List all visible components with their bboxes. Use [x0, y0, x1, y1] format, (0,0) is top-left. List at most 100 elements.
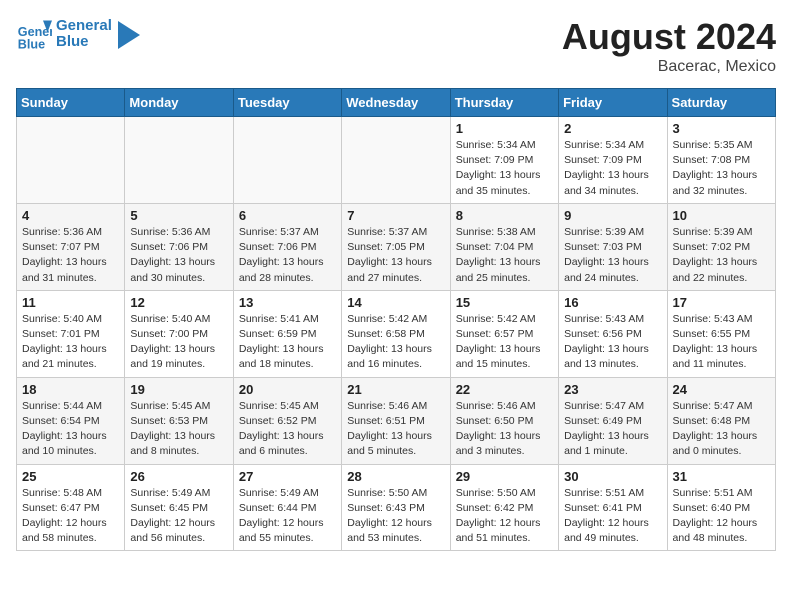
calendar-cell: 11 Sunrise: 5:40 AM Sunset: 7:01 PM Dayli…	[17, 290, 125, 377]
day-info: Sunrise: 5:35 AM Sunset: 7:08 PM Dayligh…	[673, 138, 770, 199]
calendar-table: SundayMondayTuesdayWednesdayThursdayFrid…	[16, 88, 776, 551]
calendar-cell	[342, 117, 450, 204]
calendar-cell: 3Sunrise: 5:35 AM Sunset: 7:08 PM Daylig…	[667, 117, 775, 204]
day-number: 26	[130, 469, 227, 484]
calendar-cell: 25 Sunrise: 5:48 AM Sunset: 6:47 PM Dayli…	[17, 464, 125, 551]
calendar-cell: 29 Sunrise: 5:50 AM Sunset: 6:42 PM Dayli…	[450, 464, 558, 551]
day-number: 12	[130, 295, 227, 310]
day-info: Sunrise: 5:50 AM Sunset: 6:43 PM Dayligh…	[347, 486, 444, 547]
day-number: 11	[22, 295, 119, 310]
calendar-cell: 8Sunrise: 5:38 AM Sunset: 7:04 PM Daylig…	[450, 203, 558, 290]
day-info: Sunrise: 5:39 AM Sunset: 7:02 PM Dayligh…	[673, 225, 770, 286]
day-info: Sunrise: 5:34 AM Sunset: 7:09 PM Dayligh…	[456, 138, 553, 199]
day-number: 18	[22, 382, 119, 397]
day-header-saturday: Saturday	[667, 89, 775, 117]
day-info: Sunrise: 5:36 AM Sunset: 7:06 PM Dayligh…	[130, 225, 227, 286]
calendar-cell: 28 Sunrise: 5:50 AM Sunset: 6:43 PM Dayli…	[342, 464, 450, 551]
logo-subtext: Blue	[56, 34, 89, 51]
calendar-cell: 18 Sunrise: 5:44 AM Sunset: 6:54 PM Dayli…	[17, 377, 125, 464]
day-number: 14	[347, 295, 444, 310]
day-info: Sunrise: 5:47 AM Sunset: 6:48 PM Dayligh…	[673, 399, 770, 460]
calendar-cell	[17, 117, 125, 204]
day-info: Sunrise: 5:49 AM Sunset: 6:44 PM Dayligh…	[239, 486, 336, 547]
day-info: Sunrise: 5:42 AM Sunset: 6:57 PM Dayligh…	[456, 312, 553, 373]
calendar-cell: 17 Sunrise: 5:43 AM Sunset: 6:55 PM Dayli…	[667, 290, 775, 377]
svg-text:Blue: Blue	[18, 37, 45, 51]
logo: General Blue General Blue	[16, 16, 140, 52]
day-number: 1	[456, 121, 553, 136]
day-number: 17	[673, 295, 770, 310]
day-number: 7	[347, 208, 444, 223]
calendar-cell: 22 Sunrise: 5:46 AM Sunset: 6:50 PM Dayli…	[450, 377, 558, 464]
day-number: 9	[564, 208, 661, 223]
day-info: Sunrise: 5:43 AM Sunset: 6:56 PM Dayligh…	[564, 312, 661, 373]
logo-icon: General Blue	[16, 16, 52, 52]
day-info: Sunrise: 5:42 AM Sunset: 6:58 PM Dayligh…	[347, 312, 444, 373]
calendar-cell: 14 Sunrise: 5:42 AM Sunset: 6:58 PM Dayli…	[342, 290, 450, 377]
title-block: August 2024 Bacerac, Mexico	[562, 16, 776, 76]
day-info: Sunrise: 5:40 AM Sunset: 7:01 PM Dayligh…	[22, 312, 119, 373]
day-number: 20	[239, 382, 336, 397]
week-row-1: 1 Sunrise: 5:34 AM Sunset: 7:09 PM Daylig…	[17, 117, 776, 204]
day-info: Sunrise: 5:49 AM Sunset: 6:45 PM Dayligh…	[130, 486, 227, 547]
day-info: Sunrise: 5:43 AM Sunset: 6:55 PM Dayligh…	[673, 312, 770, 373]
day-number: 25	[22, 469, 119, 484]
page-header: General Blue General Blue August 2024 Ba…	[16, 16, 776, 76]
day-number: 28	[347, 469, 444, 484]
day-number: 29	[456, 469, 553, 484]
day-info: Sunrise: 5:50 AM Sunset: 6:42 PM Dayligh…	[456, 486, 553, 547]
calendar-cell	[125, 117, 233, 204]
calendar-cell: 21 Sunrise: 5:46 AM Sunset: 6:51 PM Dayli…	[342, 377, 450, 464]
calendar-cell	[233, 117, 341, 204]
day-info: Sunrise: 5:34 AM Sunset: 7:09 PM Dayligh…	[564, 138, 661, 199]
week-row-2: 4Sunrise: 5:36 AM Sunset: 7:07 PM Daylig…	[17, 203, 776, 290]
calendar-cell: 16 Sunrise: 5:43 AM Sunset: 6:56 PM Dayli…	[559, 290, 667, 377]
day-info: Sunrise: 5:39 AM Sunset: 7:03 PM Dayligh…	[564, 225, 661, 286]
day-number: 31	[673, 469, 770, 484]
day-number: 2	[564, 121, 661, 136]
day-info: Sunrise: 5:36 AM Sunset: 7:07 PM Dayligh…	[22, 225, 119, 286]
day-number: 24	[673, 382, 770, 397]
day-info: Sunrise: 5:47 AM Sunset: 6:49 PM Dayligh…	[564, 399, 661, 460]
day-info: Sunrise: 5:45 AM Sunset: 6:52 PM Dayligh…	[239, 399, 336, 460]
day-info: Sunrise: 5:48 AM Sunset: 6:47 PM Dayligh…	[22, 486, 119, 547]
calendar-cell: 1 Sunrise: 5:34 AM Sunset: 7:09 PM Daylig…	[450, 117, 558, 204]
day-number: 16	[564, 295, 661, 310]
calendar-cell: 9 Sunrise: 5:39 AM Sunset: 7:03 PM Daylig…	[559, 203, 667, 290]
day-info: Sunrise: 5:41 AM Sunset: 6:59 PM Dayligh…	[239, 312, 336, 373]
day-header-monday: Monday	[125, 89, 233, 117]
week-row-3: 11 Sunrise: 5:40 AM Sunset: 7:01 PM Dayli…	[17, 290, 776, 377]
calendar-cell: 12 Sunrise: 5:40 AM Sunset: 7:00 PM Dayli…	[125, 290, 233, 377]
day-info: Sunrise: 5:46 AM Sunset: 6:50 PM Dayligh…	[456, 399, 553, 460]
day-number: 15	[456, 295, 553, 310]
calendar-cell: 4Sunrise: 5:36 AM Sunset: 7:07 PM Daylig…	[17, 203, 125, 290]
calendar-cell: 7 Sunrise: 5:37 AM Sunset: 7:05 PM Daylig…	[342, 203, 450, 290]
calendar-cell: 26 Sunrise: 5:49 AM Sunset: 6:45 PM Dayli…	[125, 464, 233, 551]
day-info: Sunrise: 5:51 AM Sunset: 6:41 PM Dayligh…	[564, 486, 661, 547]
logo-text: General	[56, 18, 112, 35]
day-number: 27	[239, 469, 336, 484]
day-number: 5	[130, 208, 227, 223]
day-info: Sunrise: 5:46 AM Sunset: 6:51 PM Dayligh…	[347, 399, 444, 460]
day-number: 30	[564, 469, 661, 484]
week-row-4: 18 Sunrise: 5:44 AM Sunset: 6:54 PM Dayli…	[17, 377, 776, 464]
day-info: Sunrise: 5:40 AM Sunset: 7:00 PM Dayligh…	[130, 312, 227, 373]
calendar-cell: 6Sunrise: 5:37 AM Sunset: 7:06 PM Daylig…	[233, 203, 341, 290]
week-row-5: 25 Sunrise: 5:48 AM Sunset: 6:47 PM Dayli…	[17, 464, 776, 551]
subtitle: Bacerac, Mexico	[562, 58, 776, 76]
day-header-wednesday: Wednesday	[342, 89, 450, 117]
calendar-cell: 30 Sunrise: 5:51 AM Sunset: 6:41 PM Dayli…	[559, 464, 667, 551]
logo-chevron-icon	[118, 21, 140, 49]
calendar-cell: 20 Sunrise: 5:45 AM Sunset: 6:52 PM Dayli…	[233, 377, 341, 464]
day-info: Sunrise: 5:37 AM Sunset: 7:05 PM Dayligh…	[347, 225, 444, 286]
header-row: SundayMondayTuesdayWednesdayThursdayFrid…	[17, 89, 776, 117]
day-info: Sunrise: 5:44 AM Sunset: 6:54 PM Dayligh…	[22, 399, 119, 460]
calendar-cell: 10Sunrise: 5:39 AM Sunset: 7:02 PM Dayli…	[667, 203, 775, 290]
day-number: 22	[456, 382, 553, 397]
day-info: Sunrise: 5:37 AM Sunset: 7:06 PM Dayligh…	[239, 225, 336, 286]
calendar-cell: 24 Sunrise: 5:47 AM Sunset: 6:48 PM Dayli…	[667, 377, 775, 464]
day-info: Sunrise: 5:38 AM Sunset: 7:04 PM Dayligh…	[456, 225, 553, 286]
day-info: Sunrise: 5:51 AM Sunset: 6:40 PM Dayligh…	[673, 486, 770, 547]
day-number: 21	[347, 382, 444, 397]
calendar-cell: 27 Sunrise: 5:49 AM Sunset: 6:44 PM Dayli…	[233, 464, 341, 551]
